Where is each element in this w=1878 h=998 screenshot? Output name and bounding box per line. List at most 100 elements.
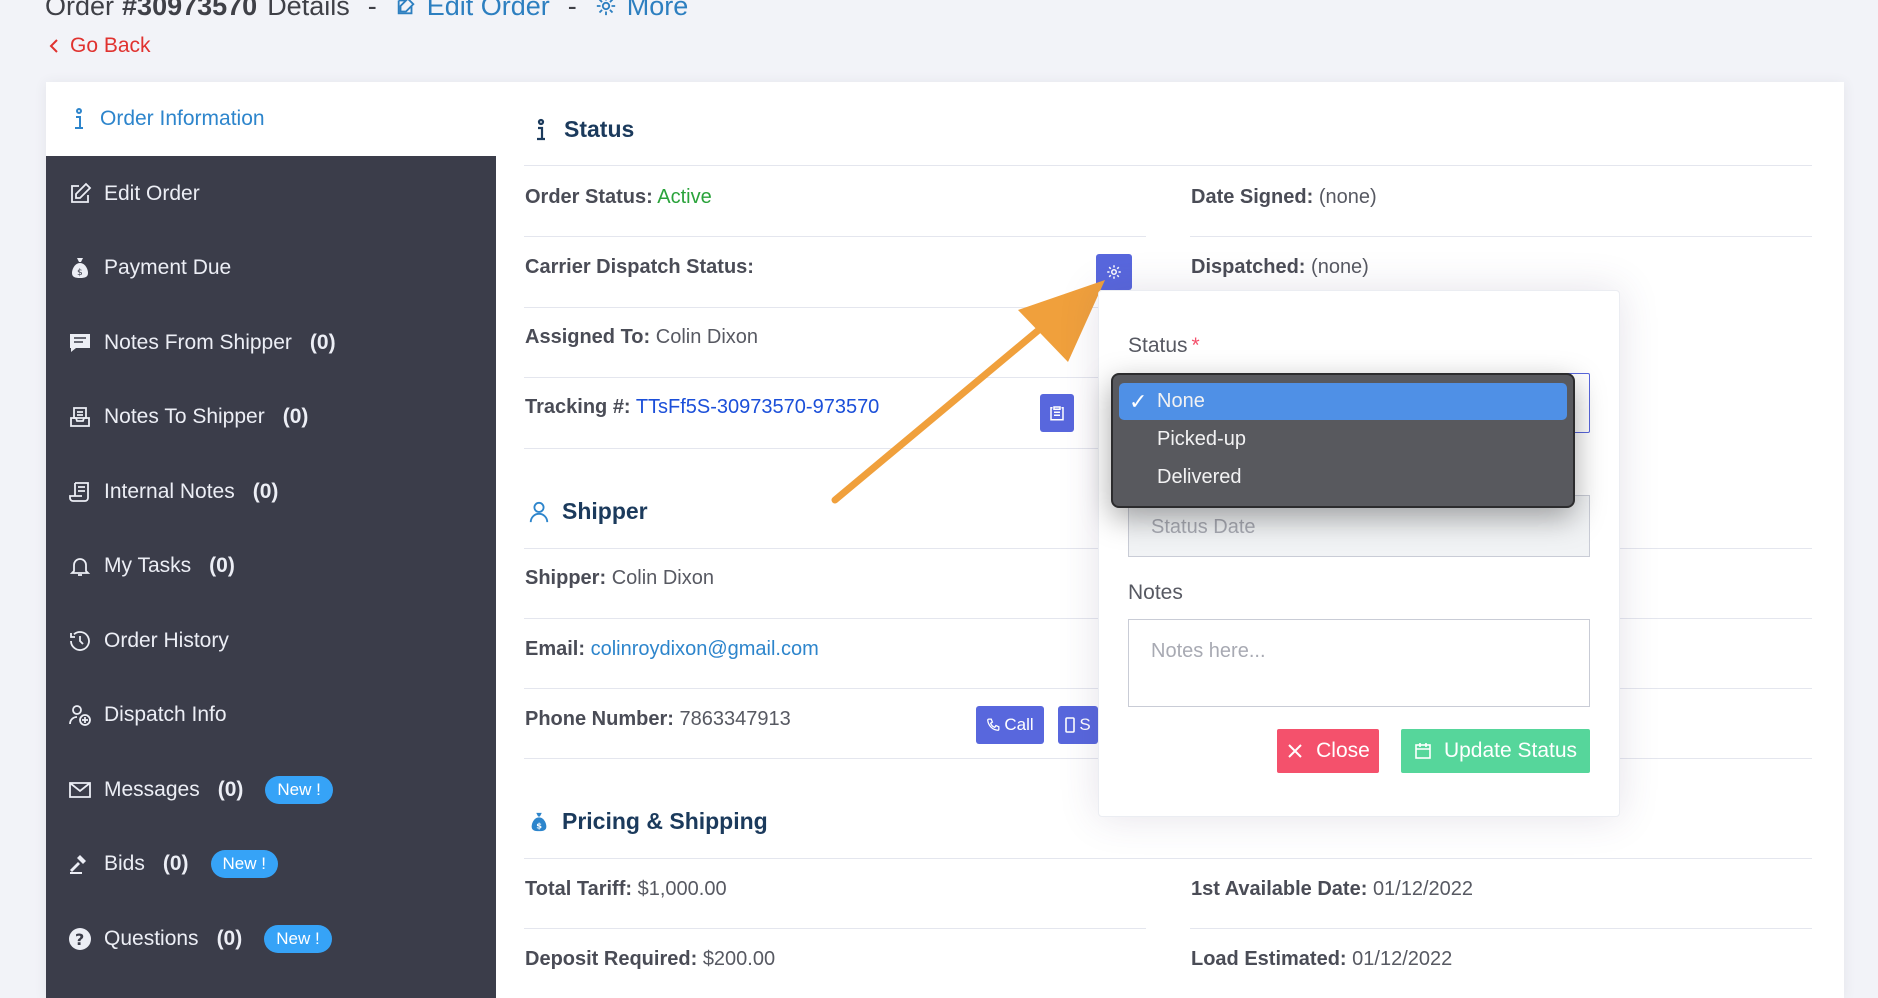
divider (524, 928, 1146, 929)
status-section-title: Status (530, 116, 634, 143)
gear-icon (596, 0, 615, 16)
bell-icon (69, 558, 91, 576)
divider (524, 165, 1812, 166)
sidebar-item-label: Messages (104, 778, 200, 801)
sidebar-item-count: (0) (216, 927, 243, 950)
svg-text:?: ? (75, 930, 84, 949)
phone-icon (987, 718, 1000, 731)
date-signed-field: Date Signed: (none) (1191, 186, 1377, 209)
available-date-value: 01/12/2022 (1372, 878, 1474, 900)
title-separator: - (367, 0, 377, 21)
go-back-link[interactable]: Go Back (48, 34, 151, 58)
option-label: Delivered (1157, 466, 1242, 488)
dropdown-option-none[interactable]: ✓ None (1119, 383, 1567, 420)
sidebar-item-internal-notes[interactable]: Internal Notes (0) (46, 467, 496, 517)
sidebar-item-messages[interactable]: Messages (0) New ! (46, 765, 496, 815)
status-date-placeholder: Status Date (1151, 516, 1256, 538)
sidebar-item-notes-from-shipper[interactable]: Notes From Shipper (0) (46, 318, 496, 368)
dispatched-label: Dispatched: (1191, 256, 1306, 278)
header-edit-order-link[interactable]: Edit Order (395, 0, 550, 22)
notes-placeholder: Notes here... (1151, 640, 1266, 662)
title-separator-2: - (567, 0, 577, 21)
option-label: None (1157, 390, 1205, 412)
order-status-label: Order Status: (525, 186, 653, 208)
shipper-label: Shipper: (525, 567, 607, 589)
sidebar-item-count: (0) (252, 480, 279, 503)
svg-text:$: $ (536, 820, 542, 830)
history-icon (70, 631, 90, 651)
sidebar-item-bids[interactable]: Bids (0) New ! (46, 839, 496, 889)
sidebar-item-label: Order Information (100, 107, 265, 130)
sidebar-item-count: (0) (282, 405, 309, 428)
sidebar-item-label: My Tasks (104, 554, 192, 577)
assigned-to-value: Colin Dixon (655, 326, 759, 348)
carrier-dispatch-label: Carrier Dispatch Status: (525, 256, 754, 278)
edit-order-label: Edit Order (426, 0, 550, 21)
divider (524, 858, 1812, 859)
carrier-dispatch-field: Carrier Dispatch Status: (525, 256, 754, 279)
sms-button[interactable]: S (1058, 706, 1098, 744)
status-field-label: Status * (1128, 334, 1200, 358)
envelope-icon (69, 782, 91, 798)
dropdown-option-picked-up[interactable]: Picked-up (1119, 421, 1567, 458)
chevron-left-icon (49, 39, 58, 53)
deposit-value: $200.00 (702, 948, 776, 970)
divider (1190, 928, 1812, 929)
title-suffix: Details (267, 0, 350, 21)
new-badge: New ! (264, 925, 332, 953)
sms-label: S (1079, 715, 1091, 734)
sidebar-item-edit-order[interactable]: Edit Order (46, 169, 496, 219)
sidebar-item-label: Payment Due (104, 256, 232, 279)
dropdown-option-delivered[interactable]: Delivered (1119, 459, 1567, 496)
total-tariff-value: $1,000.00 (637, 878, 727, 900)
user-plus-icon (69, 705, 91, 726)
status-label-text: Status (1128, 334, 1188, 357)
load-estimated-label: Load Estimated: (1191, 948, 1347, 970)
sidebar-item-payment-due[interactable]: $ Payment Due (46, 243, 496, 293)
update-status-label: Update Status (1443, 739, 1578, 762)
phone-field: Phone Number: 7863347913 (525, 708, 791, 731)
question-icon: ? (69, 928, 91, 950)
phone-value: 7863347913 (679, 708, 791, 730)
sidebar-item-order-information[interactable]: Order Information (46, 82, 496, 156)
deposit-field: Deposit Required: $200.00 (525, 948, 775, 971)
sidebar-item-label: Dispatch Info (104, 703, 227, 726)
sidebar-item-notes-to-shipper[interactable]: Notes To Shipper (0) (46, 392, 496, 442)
more-label: More (626, 0, 689, 21)
info-icon (537, 118, 545, 140)
sidebar-item-label: Notes From Shipper (104, 331, 292, 354)
sidebar-item-dispatch-info[interactable]: Dispatch Info (46, 690, 496, 740)
annotation-arrow (831, 280, 1105, 504)
available-date-label: 1st Available Date: (1191, 878, 1368, 900)
email-link[interactable]: colinroydixon@gmail.com (591, 638, 819, 660)
close-button[interactable]: Close (1277, 729, 1379, 773)
call-label: Call (1004, 715, 1034, 734)
pricing-section-title: $ Pricing & Shipping (528, 808, 768, 835)
close-icon (1288, 744, 1302, 758)
sidebar-item-label: Questions (104, 927, 199, 950)
required-mark: * (1191, 334, 1200, 357)
total-tariff-field: Total Tariff: $1,000.00 (525, 878, 727, 901)
close-label: Close (1316, 739, 1370, 762)
sidebar-item-my-tasks[interactable]: My Tasks (0) (46, 541, 496, 591)
header-more-link[interactable]: More (595, 0, 689, 22)
new-badge: New ! (210, 850, 278, 878)
tracking-label: Tracking #: (525, 396, 631, 418)
email-field: Email: colinroydixon@gmail.com (525, 638, 819, 661)
date-signed-label: Date Signed: (1191, 186, 1314, 208)
divider (1190, 236, 1812, 237)
sidebar-item-count: (0) (162, 852, 189, 875)
order-status-value: Active (657, 186, 712, 208)
available-date-field: 1st Available Date: 01/12/2022 (1191, 878, 1473, 901)
load-estimated-value: 01/12/2022 (1352, 948, 1453, 970)
title-prefix: Order (45, 0, 115, 21)
total-tariff-label: Total Tariff: (525, 878, 633, 900)
sidebar-item-questions[interactable]: ? Questions (0) New ! (46, 914, 496, 964)
checkmark-icon: ✓ (1129, 389, 1148, 414)
update-status-button[interactable]: Update Status (1401, 729, 1590, 773)
sidebar-item-order-history[interactable]: Order History (46, 616, 496, 666)
order-number: #30973570 (122, 0, 258, 21)
notes-textarea[interactable]: Notes here... (1128, 619, 1590, 707)
call-button[interactable]: Call (976, 706, 1044, 744)
comment-icon (70, 334, 90, 352)
